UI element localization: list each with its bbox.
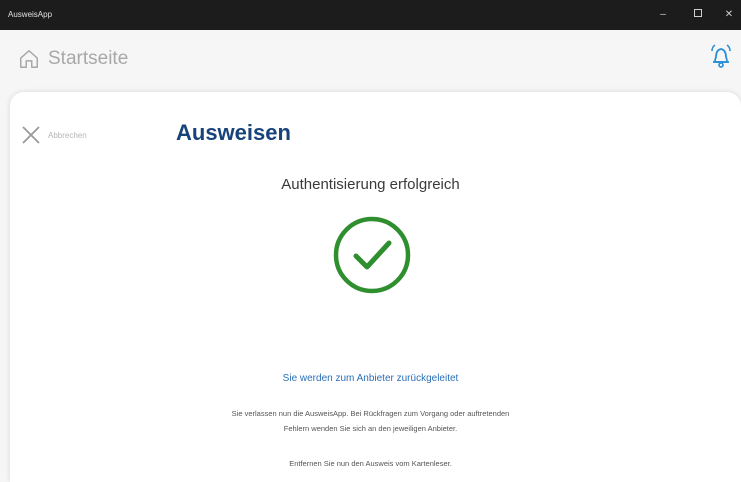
home-label: Startseite xyxy=(48,48,129,69)
remove-card-text: Entfernen Sie nun den Ausweis vom Karten… xyxy=(289,459,452,468)
window-title: AusweisApp xyxy=(8,10,53,19)
bell-icon[interactable] xyxy=(708,42,734,70)
page-title: Ausweisen xyxy=(176,120,291,145)
maximize-icon xyxy=(694,9,702,17)
close-icon xyxy=(22,126,40,144)
home-icon xyxy=(20,50,38,68)
maximize-button[interactable] xyxy=(691,9,705,21)
info-line-1: Sie verlassen nun die AusweisApp. Bei Rü… xyxy=(231,409,510,418)
close-window-button[interactable]: ✕ xyxy=(722,9,736,21)
status-text: Authentisierung erfolgreich xyxy=(281,176,460,193)
info-line-2: Fehlern wenden Sie sich an den jeweilige… xyxy=(283,424,458,433)
redirect-message: Sie werden zum Anbieter zurückgeleitet xyxy=(282,373,459,384)
abort-button[interactable]: Abbrechen xyxy=(20,124,87,146)
abort-label: Abbrechen xyxy=(48,130,87,140)
minimize-button[interactable]: – xyxy=(656,9,670,21)
checkmark-circle-icon xyxy=(333,216,411,294)
home-link[interactable]: Startseite xyxy=(18,48,128,70)
title-bar: AusweisApp – ✕ xyxy=(0,0,741,30)
info-text: Sie verlassen nun die AusweisApp. Bei Rü… xyxy=(0,406,741,436)
